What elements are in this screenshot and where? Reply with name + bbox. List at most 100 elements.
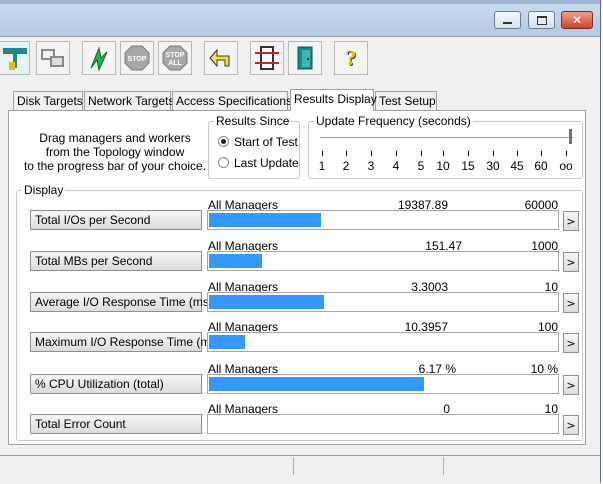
tab-label: Test Setup [379,94,436,108]
frequency-tick-mark [468,151,469,156]
progress-fill [209,254,262,268]
frequency-tick-label[interactable]: 1 [312,159,332,173]
display-title: Display [22,183,66,197]
instruction-line: Drag managers and workers [39,131,191,145]
maximize-icon [536,15,547,25]
metric-button[interactable]: Maximum I/O Response Time (ms) [30,332,220,352]
minimize-button[interactable] [494,11,521,29]
title-bar[interactable] [0,0,600,4]
frequency-tick-label[interactable]: 15 [458,159,478,173]
expand-arrow-button[interactable]: > [563,375,579,395]
topology-icon [2,48,27,70]
tab-access-specifications[interactable]: Access Specifications [172,91,292,110]
expand-arrow-button[interactable]: > [563,415,579,435]
stop-all-icon: STOP ALL [162,45,188,71]
status-bar [0,455,600,484]
disconnect-button[interactable] [36,41,70,75]
maximize-button[interactable] [528,11,555,29]
frequency-tick-label[interactable]: 3 [361,159,381,173]
tab-network-targets[interactable]: Network Targets [84,91,175,110]
tab-disk-targets[interactable]: Disk Targets [13,91,83,110]
results-since-title: Results Since [214,114,292,128]
frequency-tick-label[interactable]: 45 [507,159,527,173]
progress-bar[interactable] [207,210,559,230]
toolbar: STOP STOP ALL ? [0,36,600,81]
topology-button[interactable] [0,41,30,75]
frequency-tick-mark [421,151,422,156]
progress-fill [209,295,324,309]
drag-instructions: Drag managers and workers from the Topol… [20,131,210,173]
new-manager-icon [255,46,279,70]
frequency-tick-mark [493,151,494,156]
frequency-tick-label[interactable]: 10 [433,159,453,173]
stop-icon: STOP [124,45,150,71]
help-icon: ? [345,45,357,70]
help-button[interactable]: ? [334,41,368,75]
frequency-slider-track[interactable] [320,137,573,141]
tab-label: Access Specifications [176,94,293,108]
progress-bar[interactable] [207,251,559,271]
stop-all-button[interactable]: STOP ALL [158,41,192,75]
instruction-line: to the progress bar of your choice. [23,159,207,173]
stop-button[interactable]: STOP [120,41,154,75]
stop-all-label-2: ALL [168,60,182,67]
expand-arrow-button[interactable]: > [563,333,579,353]
last-update-label: Last Update [234,156,299,170]
exit-button[interactable] [288,41,322,75]
metric-button[interactable]: Average I/O Response Time (ms) [30,292,213,312]
close-button[interactable]: ✕ [561,11,593,29]
stop-label: STOP [128,56,147,63]
results-since-group [208,121,300,179]
expand-arrow-button[interactable]: > [563,293,579,313]
frequency-tick-label[interactable]: oo [556,159,576,173]
frequency-tick-label[interactable]: 30 [483,159,503,173]
reset-arrow-icon [209,48,230,68]
expand-arrow-button[interactable]: > [563,252,579,272]
frequency-tick-label[interactable]: 4 [386,159,406,173]
metric-button[interactable]: Total I/Os per Second [30,210,202,230]
start-green-flag-icon [90,46,108,72]
frequency-tick-mark [371,151,372,156]
frequency-tick-mark [322,151,323,156]
frequency-tick-label[interactable]: 2 [336,159,356,173]
metric-button[interactable]: Total MBs per Second [30,251,202,271]
frequency-slider-thumb[interactable] [569,129,572,144]
frequency-tick-mark [396,151,397,156]
stop-all-label: STOP [166,52,185,59]
minimize-icon [503,21,512,24]
start-button[interactable] [82,41,116,75]
progress-fill [209,213,321,227]
frequency-tick-mark [517,151,518,156]
progress-bar[interactable] [207,332,559,352]
close-icon: ✕ [571,13,583,27]
frequency-tick-label[interactable]: 60 [531,159,551,173]
frequency-tick-mark [566,151,567,156]
tab-results-display[interactable]: Results Display [290,89,377,111]
tab-test-setup[interactable]: Test Setup [375,91,437,110]
start-of-test-radio[interactable] [218,136,229,147]
reset-button[interactable] [204,41,238,75]
disconnect-icon [41,49,64,67]
progress-fill [209,377,424,391]
instruction-line: from the Topology window [45,145,185,159]
update-frequency-title: Update Frequency (seconds) [314,114,473,128]
progress-fill [209,335,245,349]
progress-bar[interactable] [207,292,559,312]
frequency-tick-label[interactable]: 5 [411,159,431,173]
tab-label: Disk Targets [17,94,83,108]
frequency-tick-mark [541,151,542,156]
new-manager-button[interactable] [250,41,284,75]
progress-bar[interactable] [207,374,559,394]
metric-button[interactable]: % CPU Utilization (total) [30,374,202,394]
tab-label: Network Targets [88,94,175,108]
status-separator [293,457,294,475]
expand-arrow-button[interactable]: > [563,211,579,231]
metric-button[interactable]: Total Error Count [30,414,202,434]
last-update-radio[interactable] [218,157,229,168]
start-of-test-label: Start of Test [234,135,298,149]
frequency-tick-mark [443,151,444,156]
exit-door-icon [297,46,313,70]
tab-label: Results Display [294,92,377,106]
frequency-tick-mark [346,151,347,156]
progress-bar[interactable] [207,414,559,434]
